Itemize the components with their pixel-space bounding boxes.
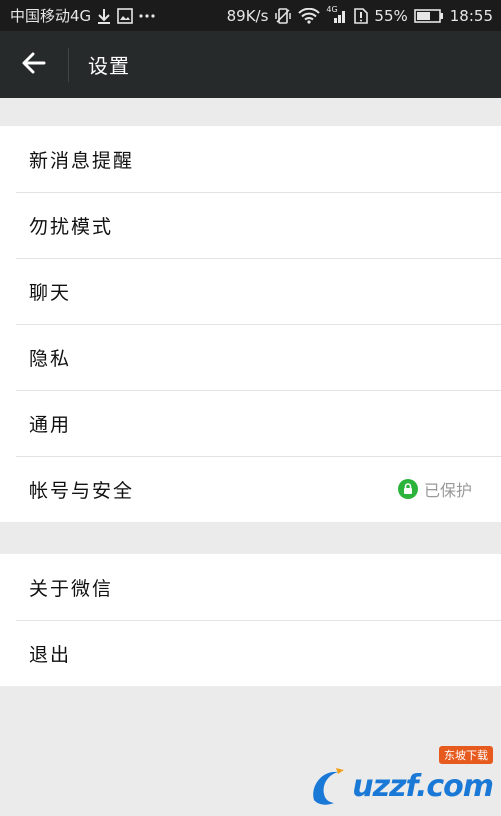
page-title: 设置 (88, 54, 130, 78)
settings-item-general[interactable]: 通用 (0, 390, 501, 457)
watermark-brand: uzzf.com (352, 768, 494, 804)
battery-percent: 55% (374, 6, 408, 25)
carrier-label: 中国移动4G (10, 7, 92, 25)
sim-icon (354, 7, 369, 24)
app-bar-divider (68, 47, 69, 82)
vibrate-icon (274, 7, 292, 25)
settings-item-label: 关于微信 (29, 577, 114, 600)
lock-icon (397, 479, 418, 499)
arrow-left-icon (22, 52, 46, 78)
status-bar: 中国移动4G 89K/s 4G 55% 18:55 (0, 0, 501, 31)
settings-item-label: 隐私 (29, 347, 72, 370)
settings-section-main: 新消息提醒 勿扰模式 聊天 隐私 通用 帐号与安全 已保护 (0, 126, 501, 522)
settings-item-label: 通用 (29, 413, 72, 436)
settings-item-logout[interactable]: 退出 (0, 620, 501, 686)
settings-item-label: 退出 (29, 643, 72, 666)
settings-item-account-security[interactable]: 帐号与安全 已保护 (0, 456, 501, 522)
wifi-icon (298, 7, 321, 24)
back-button[interactable] (0, 31, 68, 98)
protected-status: 已保护 (397, 477, 472, 501)
download-icon (97, 8, 111, 24)
settings-item-privacy[interactable]: 隐私 (0, 324, 501, 391)
settings-section-other: 关于微信 退出 (0, 554, 501, 686)
watermark-swoosh-icon (313, 768, 345, 805)
battery-icon (413, 8, 444, 23)
settings-item-label: 新消息提醒 (29, 149, 135, 172)
network-type-label: 4G (326, 4, 338, 14)
image-icon (117, 7, 133, 24)
settings-item-about-wechat[interactable]: 关于微信 (0, 554, 501, 621)
settings-item-label: 勿扰模式 (29, 215, 114, 238)
settings-item-do-not-disturb[interactable]: 勿扰模式 (0, 192, 501, 259)
app-bar: 设置 (0, 31, 501, 98)
watermark-logo: uzzf.com 东坡下载 (308, 746, 494, 808)
watermark-badge: 东坡下载 (439, 746, 493, 764)
settings-item-label: 聊天 (29, 281, 72, 304)
settings-item-chat[interactable]: 聊天 (0, 258, 501, 325)
settings-item-new-message-alerts[interactable]: 新消息提醒 (0, 126, 501, 193)
more-notifications-icon (139, 13, 155, 19)
clock: 18:55 (449, 6, 493, 25)
network-speed: 89K/s (226, 6, 269, 25)
signal-icon: 4G (326, 4, 348, 24)
protected-status-text: 已保护 (423, 481, 472, 500)
settings-item-label: 帐号与安全 (29, 479, 135, 502)
